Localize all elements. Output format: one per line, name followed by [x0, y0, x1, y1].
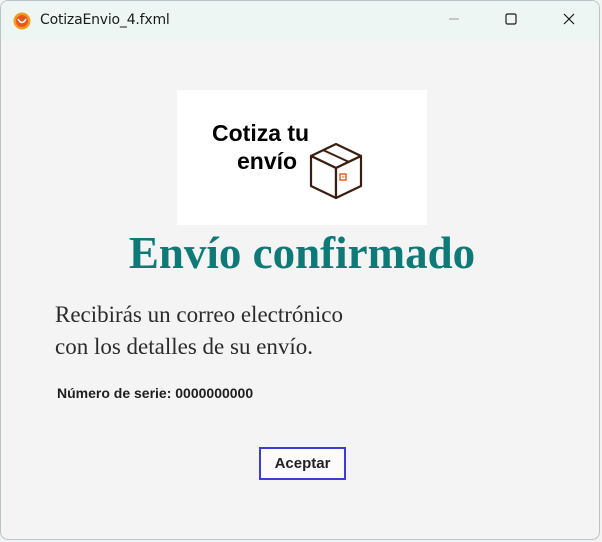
close-icon — [563, 12, 575, 30]
title-bar[interactable]: CotizaEnvio_4.fxml — [1, 1, 599, 41]
app-icon — [13, 12, 31, 30]
serial-number-label: Número de serie: 0000000000 — [57, 385, 254, 401]
confirmation-message: Recibirás un correo electrónico con los … — [55, 299, 343, 363]
logo-text-line2: envío — [237, 148, 298, 174]
message-line-2: con los detalles de su envío. — [55, 334, 314, 359]
maximize-button[interactable] — [488, 1, 534, 41]
message-line-1: Recibirás un correo electrónico — [55, 302, 344, 327]
page-title: Envío confirmado — [128, 228, 476, 278]
logo-text-line1: Cotiza tu — [212, 120, 310, 146]
accept-button[interactable]: Aceptar — [259, 447, 346, 480]
app-window: CotizaEnvio_4.fxml Cotiza tu envío Envío… — [0, 0, 600, 540]
window-title: CotizaEnvio_4.fxml — [40, 12, 170, 28]
close-button[interactable] — [546, 1, 592, 41]
minimize-button[interactable] — [431, 1, 477, 41]
minimize-icon — [448, 12, 460, 30]
logo-image: Cotiza tu envío — [177, 90, 427, 225]
maximize-icon — [505, 12, 517, 30]
